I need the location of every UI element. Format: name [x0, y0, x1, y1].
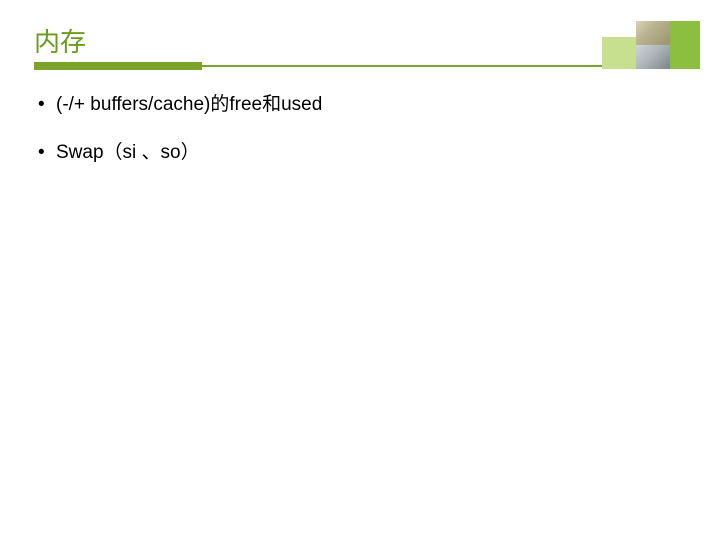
content-area: (-/+ buffers/cache)的free和used Swap（si 、s…: [34, 92, 680, 187]
title-rule-block: [34, 62, 202, 70]
slide-title: 内存: [34, 22, 86, 59]
bullet-item: Swap（si 、so）: [34, 140, 680, 166]
deco-tile-light: [602, 37, 636, 69]
deco-photo-icon: [636, 45, 670, 69]
slide: 内存 (-/+ buffers/cache)的free和used Swap（si…: [0, 0, 720, 540]
deco-tile-dark: [670, 21, 700, 69]
corner-decoration: [536, 21, 700, 69]
deco-photo-icon: [636, 21, 670, 45]
bullet-item: (-/+ buffers/cache)的free和used: [34, 92, 680, 118]
